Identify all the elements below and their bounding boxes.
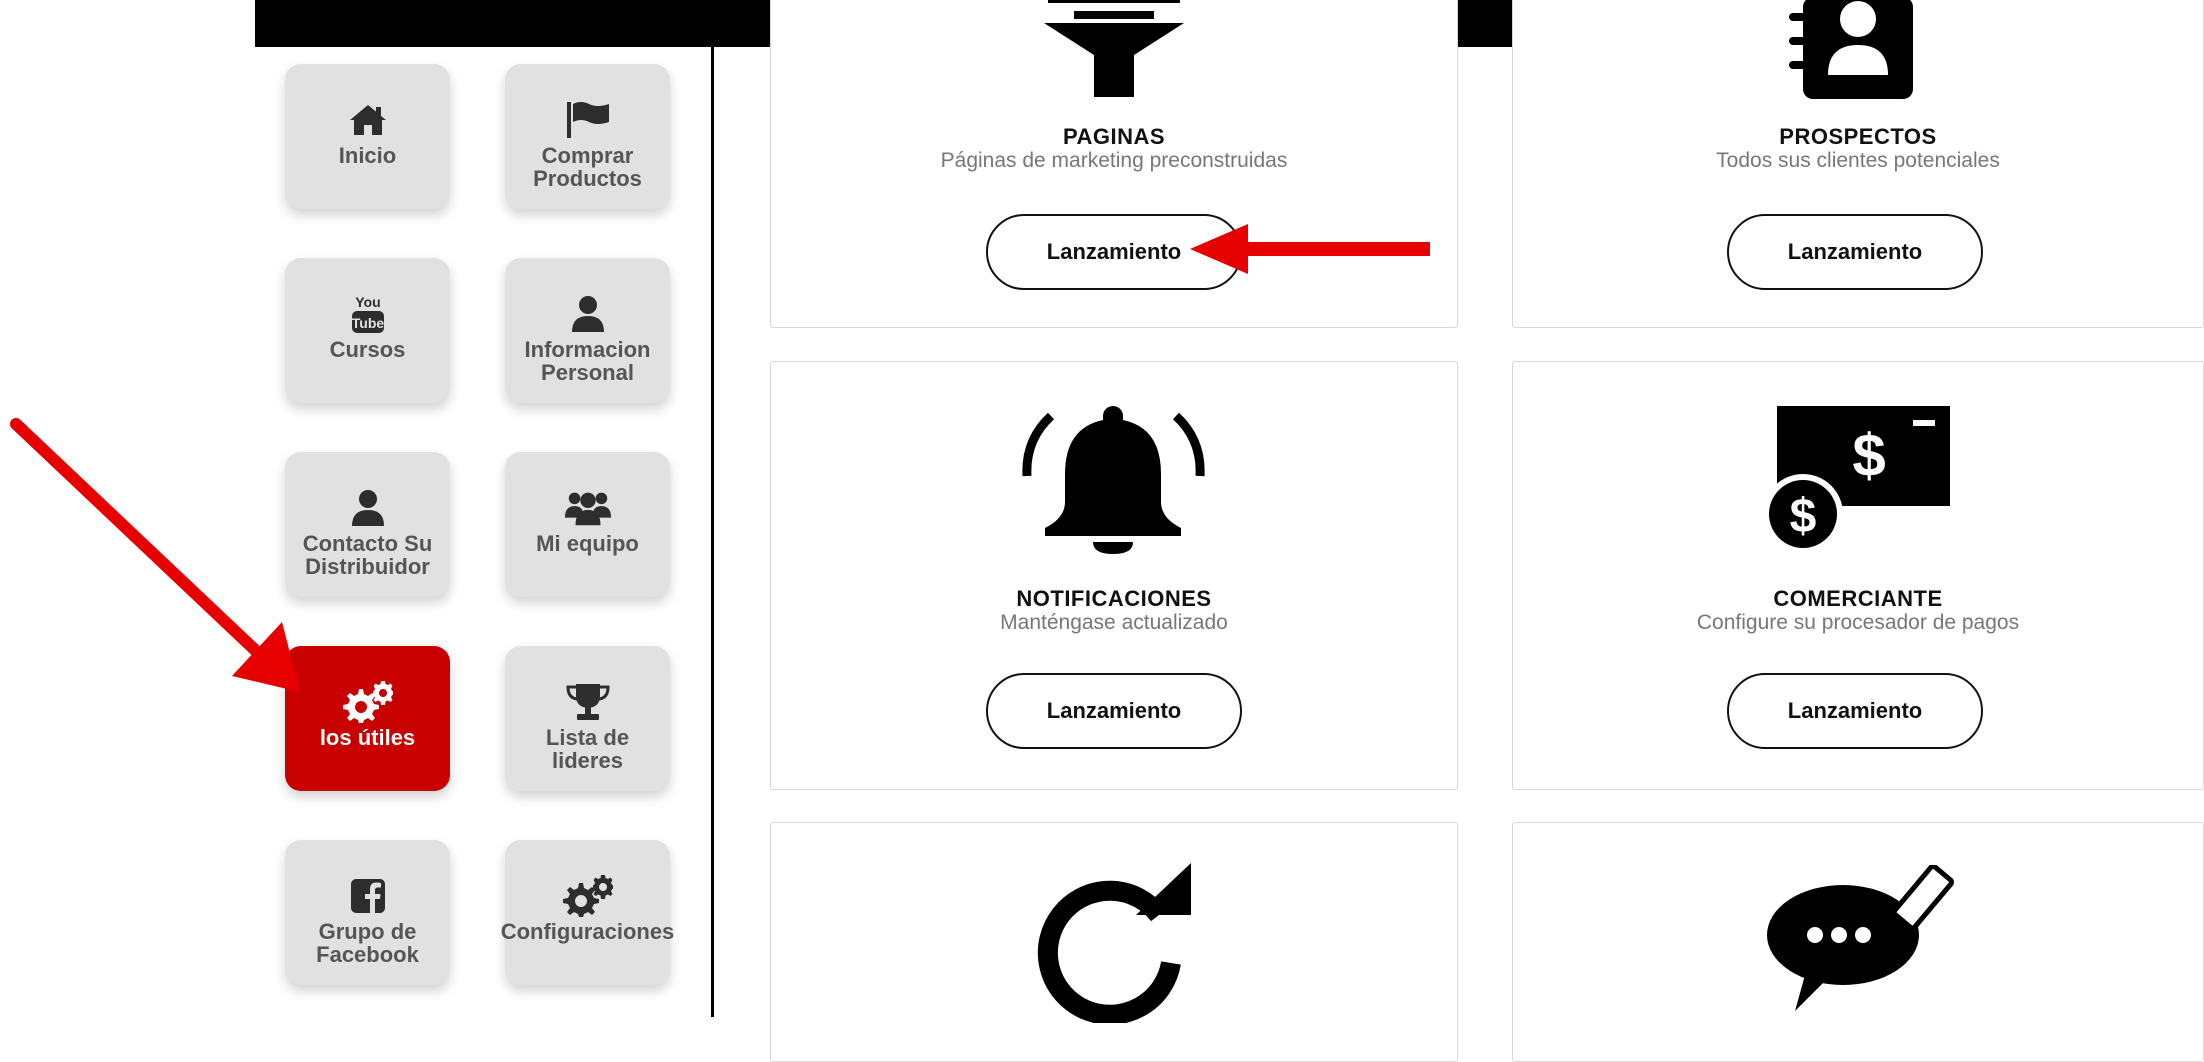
card-title: COMERCIANTE — [1773, 586, 1943, 611]
svg-text:$: $ — [1852, 422, 1885, 489]
sidebar-item-label: Informacion Personal — [524, 337, 651, 385]
card-chat — [1512, 822, 2204, 1062]
sidebar-item-cursos[interactable]: You Tube Cursos — [285, 258, 450, 403]
contact-book-icon — [1789, 0, 1913, 99]
funnel-icon — [1044, 0, 1184, 97]
svg-text:You: You — [355, 294, 380, 310]
facebook-icon — [343, 874, 393, 918]
sidebar-divider — [711, 47, 714, 1017]
svg-text:Tube: Tube — [351, 315, 384, 331]
card-subtitle: Manténgase actualizado — [1000, 611, 1228, 634]
youtube-icon: You Tube — [343, 292, 393, 336]
card-subtitle: Configure su procesador de pagos — [1696, 611, 2020, 634]
sidebar-item-inicio[interactable]: Inicio — [285, 64, 450, 209]
team-icon — [563, 486, 613, 530]
sidebar-item-mi-equipo[interactable]: Mi equipo — [505, 452, 670, 597]
sidebar-item-grupo-facebook[interactable]: Grupo de Facebook — [285, 840, 450, 985]
home-icon — [343, 98, 393, 142]
sidebar-item-informacion-personal[interactable]: Informacion Personal — [505, 258, 670, 403]
sidebar-item-lista-lideres[interactable]: Lista de lideres — [505, 646, 670, 791]
sidebar-item-comprar-productos[interactable]: Comprar Productos — [505, 64, 670, 209]
card-title: PROSPECTOS — [1779, 124, 1937, 149]
gears-icon — [342, 680, 393, 724]
card-prospectos: PROSPECTOS Todos sus clientes potenciale… — [1512, 0, 2204, 328]
flag-icon — [563, 98, 613, 142]
sidebar-item-label: Mi equipo — [536, 531, 639, 556]
header-bar-left — [255, 0, 770, 47]
sidebar-item-label: Lista de lideres — [545, 725, 630, 773]
svg-text:$: $ — [1790, 490, 1817, 543]
refresh-icon — [1037, 863, 1191, 1023]
sidebar-item-label: Configuraciones — [500, 919, 675, 944]
card-refresh — [770, 822, 1458, 1062]
header-bar-middle — [1457, 0, 1513, 47]
user-icon — [563, 292, 613, 336]
card-subtitle: Todos sus clientes potenciales — [1716, 149, 2000, 172]
launch-button[interactable]: Lanzamiento — [1727, 214, 1983, 290]
card-comerciante: $ $ COMERCIANTE Configure su procesador … — [1512, 361, 2204, 790]
sidebar-item-label: Contacto Su Distribuidor — [302, 531, 433, 579]
trophy-icon — [563, 680, 613, 724]
sidebar-item-configuraciones[interactable]: Configuraciones — [501, 840, 674, 985]
annotation-arrow-lanzamiento — [1190, 224, 1430, 274]
sidebar-item-label: Inicio — [338, 143, 397, 168]
launch-button[interactable]: Lanzamiento — [1727, 673, 1983, 749]
gears-icon — [562, 874, 613, 918]
chat-edit-icon — [1767, 865, 1954, 1011]
sidebar-item-label: Cursos — [329, 337, 406, 362]
sidebar-item-label: los útiles — [319, 725, 416, 750]
card-title: NOTIFICACIONES — [1016, 586, 1212, 611]
card-title: PAGINAS — [1062, 124, 1166, 149]
annotation-arrow-sidebar — [10, 418, 300, 692]
launch-button[interactable]: Lanzamiento — [986, 673, 1242, 749]
sidebar-item-label: Comprar Productos — [533, 143, 642, 191]
user-icon — [343, 486, 393, 530]
card-paginas: PAGINAS Páginas de marketing preconstrui… — [770, 0, 1458, 328]
card-notificaciones: NOTIFICACIONES Manténgase actualizado La… — [770, 361, 1458, 790]
sidebar-item-label: Grupo de Facebook — [316, 919, 419, 967]
card-subtitle: Páginas de marketing preconstruidas — [940, 149, 1288, 172]
money-icon: $ $ — [1765, 406, 1950, 554]
bell-icon — [1022, 406, 1205, 554]
